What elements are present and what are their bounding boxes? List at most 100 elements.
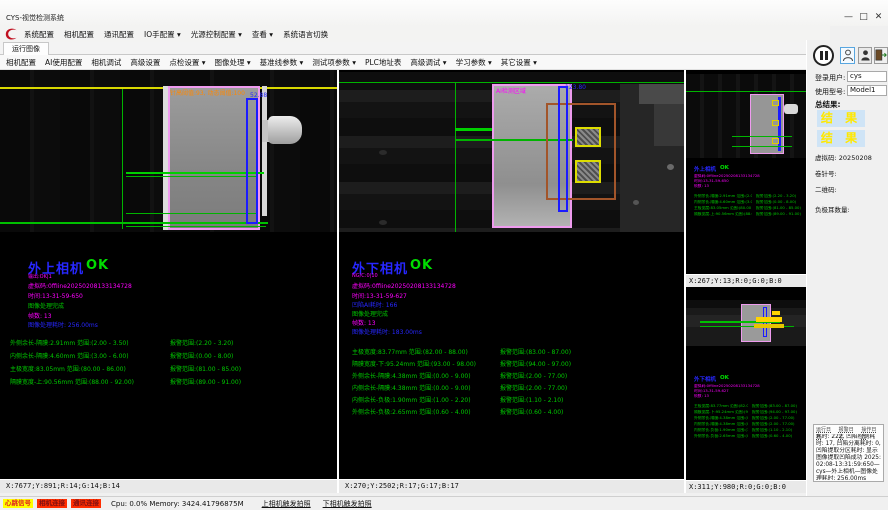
elapsed-text: 图像处理耗时: 183.00ms: [352, 327, 422, 336]
thumb-meas-line: 报警范围:(89.00 - 91.00): [756, 212, 802, 217]
barcode-text: 虚拟码:0ffIine20250208133134728: [28, 281, 132, 290]
machine-bolt: [667, 164, 674, 170]
maximize-button[interactable]: □: [856, 11, 871, 23]
thumb-text-line: 帧数: 13: [694, 394, 794, 399]
measure-line: [455, 128, 492, 131]
ai-area-label: AI检测区域: [496, 86, 526, 95]
comm-connection-badge: 通讯连接: [71, 499, 101, 508]
thumb-meas-line: 内侧余长-负极:1.90mm 范围:(1.00 - 2.20): [694, 428, 748, 433]
pause-icon: [825, 51, 828, 60]
thumb-meas-line: 报警范围:(0.00 - 8.00): [756, 200, 802, 205]
thumb-meas-line: 主极宽度:83.77mm 范围:(82.00 - 88.00): [694, 404, 748, 409]
thumb-image[interactable]: [686, 74, 806, 158]
tool-learn-params[interactable]: 学习参数 ▾: [456, 57, 492, 68]
thumb-meas-line: 内侧余长-隔膜:4.38mm 范围:(0.00 - 9.00): [694, 422, 748, 427]
app-window: { "window": {"title": "CYS-视觉检测系统", "min…: [0, 0, 888, 522]
tool-spot-check[interactable]: 点检设置 ▾: [169, 57, 205, 68]
pause-button[interactable]: [813, 45, 834, 66]
thumb-meas-line: 报警范围:(83.00 - 87.00): [752, 404, 802, 409]
tool-advanced-settings[interactable]: 高级设置: [130, 57, 160, 68]
thumb-meas-line: 外侧余长-隔膜:4.38mm 范围:(0.00 - 9.00): [694, 416, 748, 421]
thumb-meas-line: 报警范围:(94.00 - 97.00): [752, 410, 802, 415]
alarm-range-text: 报警范围:(83.00 - 87.00): [500, 347, 571, 356]
menu-item-comm[interactable]: 通讯配置: [104, 29, 134, 40]
qr-code-label: 二维码:: [815, 184, 837, 194]
lower-camera-trigger-link[interactable]: 下相机触发拍照: [323, 499, 372, 509]
exit-button[interactable]: [874, 47, 888, 64]
tool-other-settings[interactable]: 其它设置 ▾: [501, 57, 537, 68]
tab-detect-box: [772, 100, 779, 106]
tab-detect-box: [772, 120, 779, 126]
tool-camera-debug[interactable]: 相机调试: [91, 57, 121, 68]
thumb-meas-line: 报警范围:(81.00 - 85.00): [756, 206, 802, 211]
log-panel: 运行日志 报警日志 操作日志 耗时: 222, 凹陷检测耗时: 17, 凹陷分离…: [813, 424, 884, 482]
thumbnail-panel-upper[interactable]: 外上相机 OK 虚拟码:0ffIine20250208133134728 时间:…: [686, 70, 806, 287]
tab-connector-blob: [784, 104, 798, 114]
title-bar: CYS-视觉检测系统 — □ ✕: [0, 0, 888, 26]
close-button[interactable]: ✕: [871, 11, 886, 23]
window-controls: — □ ✕: [841, 11, 886, 23]
thumb-text-line: 虚拟码:0ffIine20250208133134728: [694, 174, 794, 179]
ok-badge: OK: [86, 258, 109, 273]
upper-camera-trigger-link[interactable]: 上相机触发拍照: [262, 499, 311, 509]
time-text: 时间:13-31-59-627: [352, 291, 407, 300]
login-user-field[interactable]: cys: [847, 71, 887, 82]
tool-test-params[interactable]: 测试项参数 ▾: [312, 57, 356, 68]
machine-bolt: [633, 200, 639, 205]
operator-button[interactable]: [858, 47, 872, 64]
thumb-ok-badge: OK: [720, 375, 729, 381]
tool-ai-config[interactable]: AI使用配置: [45, 57, 82, 68]
machine-bolt: [379, 220, 387, 225]
ai-time-text: 凹陷AI耗时: 166: [352, 300, 397, 309]
tab-run-image[interactable]: 运行图像: [3, 42, 49, 55]
menu-item-system[interactable]: 系统配置: [24, 29, 54, 40]
menu-item-language[interactable]: 系统语言切换: [283, 29, 328, 40]
left-camera-image[interactable]: 针高阈值:93, 动态阈值:100 52.88: [0, 70, 337, 232]
user-dark-icon: [860, 48, 871, 62]
tool-image-process[interactable]: 图像处理 ▾: [215, 57, 251, 68]
tool-camera-config[interactable]: 相机配置: [6, 57, 36, 68]
menu-item-camera[interactable]: 相机配置: [64, 29, 94, 40]
menu-item-view[interactable]: 查看 ▾: [252, 29, 273, 40]
login-user-button[interactable]: [840, 47, 855, 64]
thumb-text-line: 时间:13-31-59-627: [694, 389, 794, 394]
detect-region-box: [546, 103, 616, 200]
measure-line: [126, 176, 258, 177]
measure-line: [732, 136, 792, 137]
pin-number-label: 卷针号:: [815, 168, 837, 178]
bottom-margin: [0, 510, 888, 522]
measurement-text: 外侧余长-负极:2.65mm 范围:(0.60 - 4.00): [352, 407, 471, 416]
frame-count-text: 帧数: 13: [352, 318, 376, 327]
tab-connector-blob: [268, 116, 302, 144]
tab-detect-box: [575, 160, 601, 183]
alarm-range-text: 报警范围:(1.10 - 2.10): [500, 395, 563, 404]
measurement-text: 外侧余长-隔膜:2.91mm 范围:(2.00 - 3.50): [10, 338, 129, 347]
thumb-meas-line: 报警范围:(2.00 - 77.00): [752, 416, 802, 421]
tool-baseline-params[interactable]: 基准线参数 ▾: [260, 57, 304, 68]
machine-part: [654, 104, 684, 146]
measurement-text: 内侧余长-隔膜:4.38mm 范围:(0.00 - 9.00): [352, 383, 471, 392]
menu-item-light[interactable]: 光源控制配置 ▾: [191, 29, 242, 40]
green-horizontal-line: [339, 82, 684, 83]
minimize-button[interactable]: —: [841, 11, 856, 23]
main-view-area: 针高阈值:93, 动态阈值:100 52.88 外上相机 OK 输出:OK|1 …: [0, 70, 806, 493]
machine-bolt: [379, 150, 387, 155]
alarm-range-text: 报警范围:(81.00 - 85.00): [170, 364, 241, 373]
thumb-camera-title: 外上相机: [694, 165, 716, 173]
model-field[interactable]: Model1: [847, 85, 887, 96]
thumb-image[interactable]: [686, 300, 806, 346]
thumb-meas-line: 内侧余长-隔膜:4.60mm 范围:(3.00 - 6.00): [694, 200, 752, 205]
thumbnail-panel-lower[interactable]: 外下相机 OK 虚拟码:0ffIine20250208133134728 时间:…: [686, 287, 806, 493]
tool-advanced-debug[interactable]: 高级调试 ▾: [410, 57, 446, 68]
green-line: [686, 91, 806, 92]
middle-camera-image[interactable]: AI检测区域 123.80: [339, 72, 684, 232]
thumb-text-line: 时间:13-31-59-650: [694, 179, 794, 184]
result-display-1: 结 果: [817, 110, 865, 127]
thumb-meas-line: 报警范围:(1.10 - 2.10): [752, 428, 802, 433]
menu-item-io[interactable]: IO手配置 ▾: [144, 29, 181, 40]
thumb-meas-line: 报警范围:(2.20 - 3.20): [756, 194, 802, 199]
tool-plc-table[interactable]: PLC地址表: [365, 57, 401, 68]
toolbar: 相机配置 AI使用配置 相机调试 高级设置 点检设置 ▾ 图像处理 ▾ 基准线参…: [0, 55, 806, 70]
right-sidebar: 登录用户: cys 使用型号: Model1 总结果: 结 果 结 果 虚拟码:…: [806, 40, 888, 496]
ok-badge: OK: [410, 258, 433, 273]
